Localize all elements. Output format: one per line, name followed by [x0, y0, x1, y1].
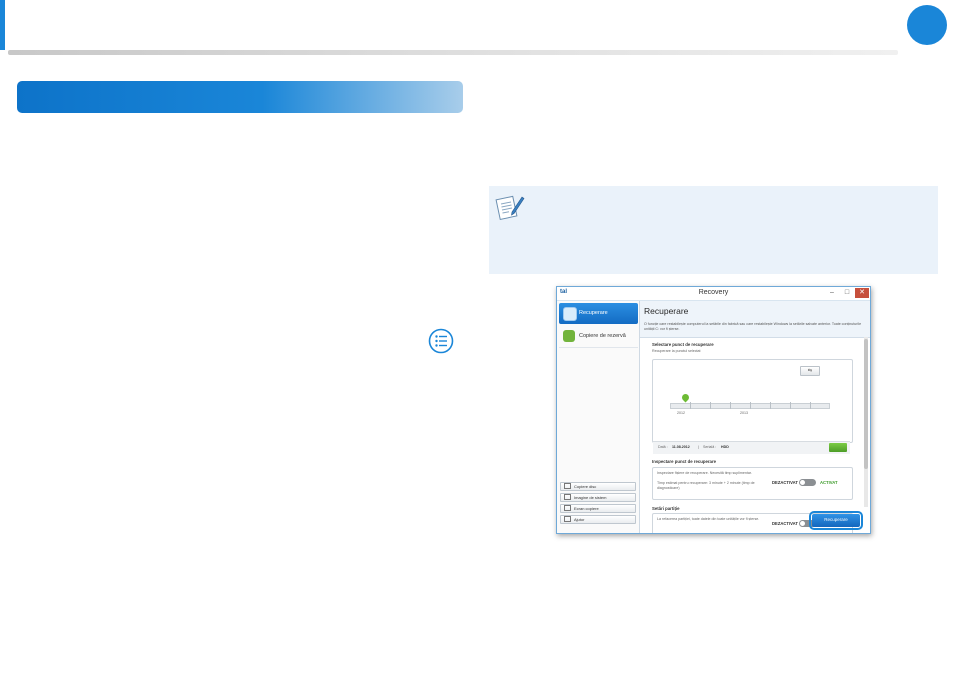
sidebar-item-label: Copiere de rezervă	[579, 333, 626, 339]
timeline-panel	[652, 359, 853, 443]
timeline-tick	[730, 402, 731, 409]
window-titlebar: tal Recovery – □ ✕	[557, 287, 870, 301]
restore-button[interactable]: Recuperare	[809, 511, 863, 530]
timeline-tick	[710, 402, 711, 409]
note-box	[489, 186, 938, 274]
timeline-tick	[770, 402, 771, 409]
chapter-dot	[907, 5, 947, 45]
content-title: Recuperare	[644, 306, 689, 316]
header-rule	[8, 50, 898, 55]
partition-off-label: DEZACTIVAT	[772, 521, 798, 526]
series-value: HDD	[721, 445, 729, 449]
select-point-sub: Recuperare la punctul selectat	[652, 349, 701, 353]
ajutor-button[interactable]: Ajutor	[560, 515, 636, 524]
image-icon	[564, 494, 571, 500]
inspect-text-2: Timp estimat pentru recuperare: 3 minute…	[657, 481, 755, 490]
help-icon	[564, 516, 571, 522]
partition-label: Setări partiție	[652, 506, 680, 511]
minimize-button[interactable]: –	[825, 288, 839, 298]
imagine-sistem-button[interactable]: Imagine de sistem	[560, 493, 636, 502]
timeline-nav-button[interactable]: ⇆	[800, 366, 820, 376]
inspect-text-1: Inspectare fișiere de recuperare. Necesi…	[657, 471, 752, 475]
inspect-on-label: ACTIVAT	[820, 480, 838, 485]
open-details-button[interactable]	[829, 443, 847, 452]
content-pane: Recuperare O funcție care restabilește c…	[640, 301, 870, 533]
content-header: Recuperare O funcție care restabilește c…	[640, 301, 870, 338]
timeline-year: 2012	[677, 411, 685, 415]
select-point-label: Selectare punct de recuperare	[652, 342, 714, 347]
timeline-tick	[810, 402, 811, 409]
content-description: O funcție care restabilește computerul l…	[644, 322, 862, 331]
recovery-window: tal Recovery – □ ✕ Recuperare Copiere de…	[556, 286, 871, 534]
table-of-contents-icon[interactable]	[428, 328, 454, 354]
timeline-tick	[750, 402, 751, 409]
button-label: Ajutor	[574, 517, 585, 522]
inspect-toggle[interactable]	[799, 479, 816, 486]
timeline-year: 2013	[740, 411, 748, 415]
sidebar-item-label: Recuperare	[579, 310, 608, 316]
maximize-button[interactable]: □	[840, 288, 854, 298]
date-label: Dată :	[658, 445, 668, 449]
info-separator: |	[698, 445, 699, 449]
button-label: Ecran copiere	[574, 506, 599, 511]
button-label: Imagine de sistem	[574, 495, 607, 500]
date-value: 11.08.2012	[672, 445, 690, 449]
inspect-label: Inspectare punct de recuperare	[652, 459, 717, 464]
partition-text: La refacerea partiției, toate datele din…	[657, 517, 760, 521]
ecran-copiere-button[interactable]: Ecran copiere	[560, 504, 636, 513]
note-pencil-icon	[495, 195, 525, 221]
sidebar-item-recuperare[interactable]: Recuperare	[559, 303, 638, 324]
copiere-disc-button[interactable]: Copiere disc	[560, 482, 636, 491]
backup-icon	[563, 330, 575, 342]
disc-icon	[564, 483, 571, 489]
chapter-edge-marker	[0, 0, 5, 50]
inspect-off-label: DEZACTIVAT	[772, 480, 798, 485]
scrollbar-thumb[interactable]	[864, 339, 868, 469]
sidebar-item-copiere[interactable]: Copiere de rezervă	[559, 326, 638, 348]
sidebar: Recuperare Copiere de rezervă Copiere di…	[557, 301, 640, 533]
timeline-tick	[690, 402, 691, 409]
section-heading-bar	[17, 81, 463, 113]
recovery-icon	[563, 307, 577, 321]
window-title: Recovery	[698, 289, 729, 296]
timeline-tick	[790, 402, 791, 409]
screen-icon	[564, 505, 571, 511]
close-button[interactable]: ✕	[855, 288, 869, 298]
button-label: Copiere disc	[574, 484, 597, 489]
series-label: Serială :	[703, 445, 717, 449]
